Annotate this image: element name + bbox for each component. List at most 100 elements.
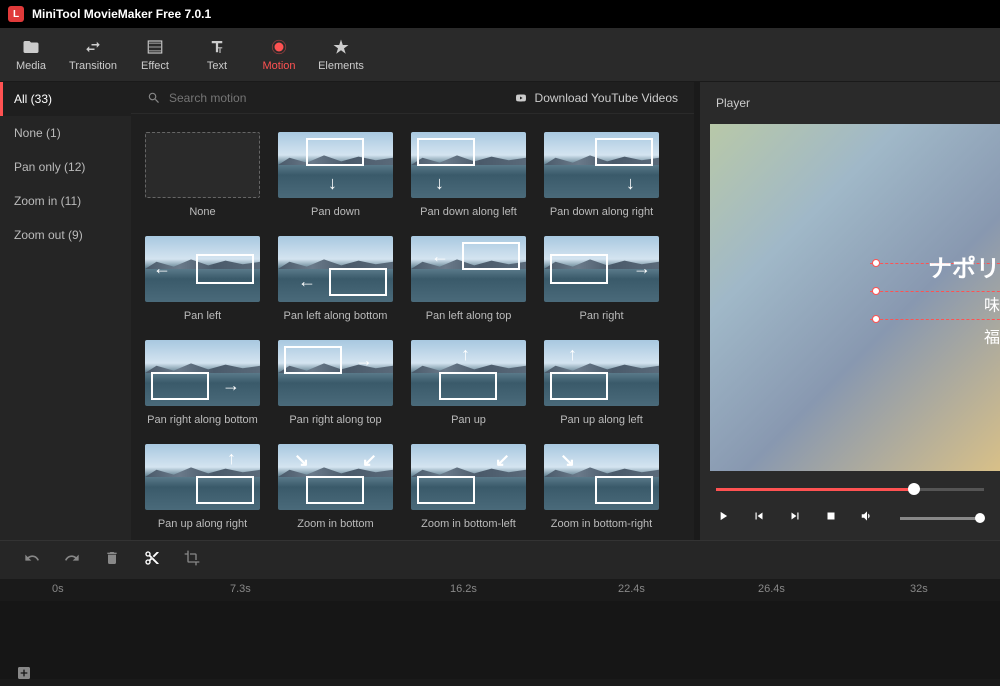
motion-label: Pan down along left [420,206,517,218]
search-bar: Download YouTube Videos [131,82,694,114]
motion-thumb[interactable]: →Pan right along bottom [145,340,260,426]
elements-icon [332,38,350,56]
search-input[interactable] [169,91,505,105]
timeline-ruler[interactable]: 0s7.3s16.2s22.4s26.4s32s [0,579,1000,601]
main-area: All (33) None (1) Pan only (12) Zoom in … [0,82,1000,540]
motion-label: Pan down along right [550,206,653,218]
preview-viewport[interactable]: ナポリ 味 福 [710,124,1000,471]
motion-thumb[interactable]: →Pan right along top [278,340,393,426]
motion-label: None [189,206,215,218]
motion-label: Pan left along bottom [284,310,388,322]
tab-label: Transition [69,60,117,72]
split-button[interactable] [144,550,160,571]
stop-button[interactable] [824,509,838,528]
timeline-toolbar [0,541,1000,579]
ruler-mark: 16.2s [450,583,477,595]
crop-button[interactable] [184,550,200,571]
category-zoom-out[interactable]: Zoom out (9) [0,218,131,252]
motion-thumb[interactable]: ←Pan left along top [411,236,526,322]
motion-preview: ↓ [544,132,659,198]
motion-thumb[interactable]: ↙ Zoom in bottom-left [411,444,526,530]
library-panel: All (33) None (1) Pan only (12) Zoom in … [0,82,694,540]
resize-handle[interactable] [872,315,880,323]
motion-thumb[interactable]: ↘ Zoom in bottom-right [544,444,659,530]
tab-media[interactable]: Media [0,28,62,81]
main-toolbar: Media Transition Effect Text Motion Elem… [0,28,1000,82]
motion-label: Pan right along top [289,414,381,426]
ruler-mark: 26.4s [758,583,785,595]
volume-knob[interactable] [975,513,985,523]
motion-label: Pan up along left [560,414,643,426]
ruler-mark: 22.4s [618,583,645,595]
titlebar: L MiniTool MovieMaker Free 7.0.1 [0,0,1000,28]
volume-button[interactable] [860,509,874,528]
subtitle-line1: ナポリ [928,248,1000,283]
motion-label: Zoom in bottom-right [551,518,652,530]
motion-thumb[interactable]: ↑Pan up along right [145,444,260,530]
next-button[interactable] [788,509,802,528]
resize-handle[interactable] [872,287,880,295]
motion-thumb[interactable]: ←Pan left along bottom [278,236,393,322]
tab-transition[interactable]: Transition [62,28,124,81]
category-all[interactable]: All (33) [0,82,131,116]
progress-knob[interactable] [908,483,920,495]
resize-handle[interactable] [872,259,880,267]
tab-text[interactable]: Text [186,28,248,81]
tab-label: Text [207,60,227,72]
timeline-track[interactable] [0,601,1000,679]
motion-preview: ↘ [544,444,659,510]
motion-label: Pan right [579,310,623,322]
motion-label: Zoom in bottom [297,518,373,530]
motion-label: Zoom in bottom-left [421,518,516,530]
category-none[interactable]: None (1) [0,116,131,150]
tab-motion[interactable]: Motion [248,28,310,81]
play-button[interactable] [716,509,730,528]
volume-slider[interactable] [900,517,980,520]
motion-thumb[interactable]: →Pan right [544,236,659,322]
motion-label: Pan right along bottom [147,414,258,426]
add-layer-icon[interactable] [16,665,32,686]
motion-preview: ← [145,236,260,302]
subtitle-line3: 福 [928,323,1000,347]
motion-label: Pan down [311,206,360,218]
download-youtube-link[interactable]: Download YouTube Videos [513,91,678,105]
motion-thumb[interactable]: ← Pan left [145,236,260,322]
timeline-panel: 0s7.3s16.2s22.4s26.4s32s [0,540,1000,678]
player-panel: Player ナポリ 味 福 [700,82,1000,540]
player-progress[interactable] [716,483,984,497]
motion-thumb[interactable]: ↑Pan up [411,340,526,426]
motion-preview: ↙ [411,444,526,510]
motion-thumb[interactable]: ↓Pan down [278,132,393,218]
ruler-mark: 7.3s [230,583,251,595]
tab-label: Effect [141,60,169,72]
redo-button[interactable] [64,550,80,571]
motion-icon [270,38,288,56]
undo-button[interactable] [24,550,40,571]
text-icon [208,38,226,56]
motion-label: Pan left [184,310,221,322]
motion-preview: ↑ [544,340,659,406]
category-pan-only[interactable]: Pan only (12) [0,150,131,184]
category-list: All (33) None (1) Pan only (12) Zoom in … [0,82,131,540]
motion-preview [145,132,260,198]
prev-button[interactable] [752,509,766,528]
motion-thumb[interactable]: ↘↙Zoom in bottom [278,444,393,530]
tab-elements[interactable]: Elements [310,28,372,81]
player-controls [700,497,1000,540]
ruler-mark: 0s [52,583,64,595]
search-icon [147,91,161,105]
app-logo: L [8,6,24,22]
delete-button[interactable] [104,550,120,571]
download-youtube-label: Download YouTube Videos [535,91,678,105]
transition-icon [84,38,102,56]
motion-thumb[interactable]: ↑ Pan up along left [544,340,659,426]
motion-thumb[interactable]: ↓ Pan down along right [544,132,659,218]
motion-grid[interactable]: None↓Pan down↓Pan down along left↓Pan do… [131,114,694,540]
effect-icon [146,38,164,56]
motion-thumb[interactable]: None [145,132,260,218]
tab-effect[interactable]: Effect [124,28,186,81]
category-zoom-in[interactable]: Zoom in (11) [0,184,131,218]
motion-preview: ↑ [411,340,526,406]
preview-subtitle[interactable]: ナポリ 味 福 [928,248,1000,347]
motion-thumb[interactable]: ↓Pan down along left [411,132,526,218]
